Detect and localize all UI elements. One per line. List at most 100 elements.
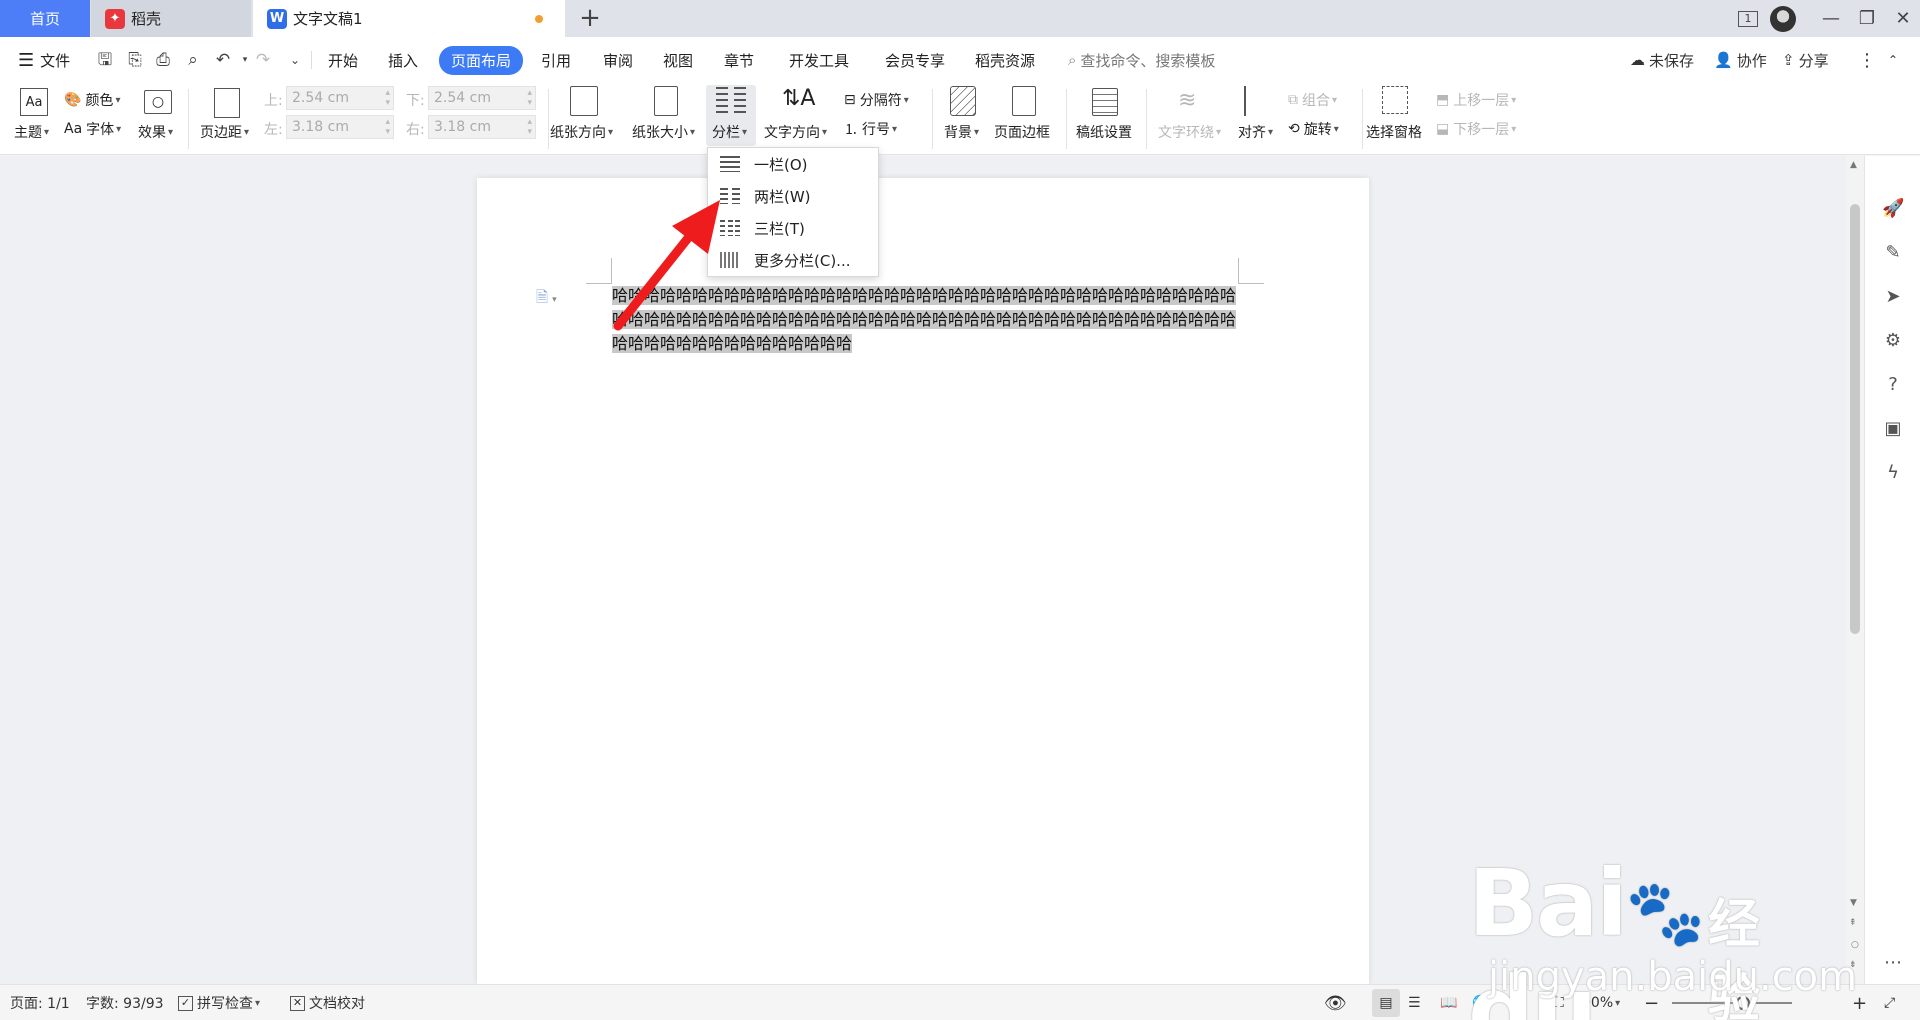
- paper-size-icon[interactable]: [654, 86, 678, 116]
- tab-review[interactable]: 审阅: [603, 37, 633, 83]
- line-numbers-button[interactable]: ⒈ 行号 ▾: [844, 119, 897, 139]
- left-margin-input[interactable]: 3.18 cm ▴ ▾: [286, 115, 394, 139]
- rotate-button[interactable]: ⟲ 旋转 ▾: [1288, 119, 1339, 139]
- margins-button[interactable]: 页边距 ▾: [200, 122, 249, 142]
- page-border-button[interactable]: 页面边框: [994, 122, 1050, 142]
- restore-button[interactable]: ❐: [1852, 0, 1882, 37]
- spinner-icon[interactable]: ▴ ▾: [527, 88, 532, 108]
- tab-docer-resources[interactable]: 稻壳资源: [975, 37, 1035, 83]
- send-backward-button[interactable]: ⬓ 下移一层 ▾: [1436, 119, 1516, 139]
- text-wrap-icon[interactable]: ≋: [1178, 88, 1196, 113]
- page-count[interactable]: 页面: 1/1: [10, 985, 70, 1020]
- export-pdf-icon[interactable]: ⎘: [124, 49, 146, 71]
- save-icon[interactable]: 🖫: [94, 49, 116, 71]
- undo-icon[interactable]: ↶: [212, 49, 234, 71]
- new-tab-button[interactable]: +: [574, 2, 606, 34]
- file-menu[interactable]: ☰ 文件: [18, 37, 70, 83]
- pen-icon[interactable]: ✎: [1882, 242, 1904, 264]
- selection-pane-button[interactable]: 选择窗格: [1366, 122, 1422, 142]
- text-direction-button[interactable]: 文字方向 ▾: [764, 122, 827, 142]
- breaks-button[interactable]: ⊟ 分隔符 ▾: [844, 90, 909, 110]
- top-margin-input[interactable]: 2.54 cm ▴ ▾: [286, 86, 394, 110]
- tab-chapter[interactable]: 章节: [724, 37, 754, 83]
- outline-view-icon[interactable]: ☰: [1408, 985, 1421, 1020]
- right-margin-input[interactable]: 3.18 cm ▴ ▾: [428, 115, 536, 139]
- spinner-icon[interactable]: ▴ ▾: [527, 117, 532, 137]
- tab-view[interactable]: 视图: [663, 37, 693, 83]
- unsaved-status[interactable]: ☁ 未保存: [1630, 37, 1694, 83]
- redo-icon[interactable]: ↷: [252, 49, 274, 71]
- align-icon[interactable]: [1244, 86, 1270, 116]
- tab-start[interactable]: 开始: [328, 37, 358, 83]
- more-menu-icon[interactable]: ⋮: [1858, 37, 1876, 83]
- columns-button[interactable]: 分栏 ▾: [712, 122, 747, 142]
- selection-pane-icon[interactable]: [1382, 86, 1408, 114]
- theme-icon[interactable]: Aa: [20, 88, 48, 116]
- background-icon[interactable]: [950, 86, 976, 116]
- customize-dropdown-icon[interactable]: ⌄: [284, 49, 306, 71]
- background-button[interactable]: 背景 ▾: [944, 122, 979, 142]
- effect-button[interactable]: 效果 ▾: [138, 122, 173, 142]
- scroll-up-icon[interactable]: ▲: [1850, 160, 1857, 170]
- command-search[interactable]: ⌕ 查找命令、搜索模板: [1068, 37, 1215, 83]
- close-button[interactable]: ✕: [1888, 0, 1918, 37]
- tab-insert[interactable]: 插入: [388, 37, 418, 83]
- more-tools-icon[interactable]: ⋯: [1882, 952, 1904, 974]
- settings-sliders-icon[interactable]: ⚙: [1882, 330, 1904, 352]
- bring-forward-button[interactable]: ⬒ 上移一层 ▾: [1436, 90, 1516, 110]
- paper-size-button[interactable]: 纸张大小 ▾: [632, 122, 695, 142]
- tab-developer[interactable]: 开发工具: [789, 37, 849, 83]
- manuscript-icon[interactable]: [1092, 88, 1118, 116]
- scroll-down-icon[interactable]: ▼: [1850, 898, 1857, 908]
- word-count[interactable]: 字数: 93/93: [86, 985, 164, 1020]
- image-tools-icon[interactable]: ▣: [1882, 418, 1904, 440]
- paragraph-handle-icon[interactable]: 🗎 ▾: [536, 287, 557, 312]
- tab-member[interactable]: 会员专享: [885, 37, 945, 83]
- proofread-button[interactable]: ✕ 文档校对: [290, 985, 365, 1020]
- scrollbar-thumb[interactable]: [1850, 204, 1860, 634]
- eye-icon[interactable]: 👁: [1324, 985, 1347, 1020]
- collapse-ribbon-icon[interactable]: ⌃: [1888, 37, 1898, 83]
- avatar[interactable]: [1768, 0, 1798, 37]
- font-button[interactable]: Aa 字体 ▾: [64, 119, 121, 139]
- collab-button[interactable]: 👤 协作: [1714, 37, 1767, 83]
- orientation-icon[interactable]: [570, 86, 598, 116]
- text-wrap-button[interactable]: 文字环绕 ▾: [1158, 122, 1221, 142]
- help-icon[interactable]: ?: [1882, 374, 1904, 396]
- tab-page-layout[interactable]: 页面布局: [439, 37, 524, 83]
- fullscreen-icon[interactable]: ⤢: [1884, 985, 1895, 1020]
- lightning-icon[interactable]: ϟ: [1882, 462, 1904, 484]
- share-button[interactable]: ⇪ 分享: [1782, 37, 1829, 83]
- page-border-icon[interactable]: [1012, 86, 1036, 116]
- cursor-icon[interactable]: ➤: [1882, 286, 1904, 308]
- one-column-option[interactable]: 一栏(O): [708, 148, 878, 180]
- margins-icon[interactable]: [214, 88, 240, 118]
- page-view-icon[interactable]: ▤: [1372, 989, 1400, 1017]
- print-preview-icon[interactable]: ⌕: [182, 49, 204, 71]
- orientation-button[interactable]: 纸张方向 ▾: [550, 122, 613, 142]
- rocket-icon[interactable]: 🚀: [1882, 198, 1904, 220]
- theme-button[interactable]: 主题 ▾: [14, 122, 49, 142]
- reading-view-icon[interactable]: 📖: [1440, 985, 1457, 1020]
- manuscript-button[interactable]: 稿纸设置: [1076, 122, 1132, 142]
- spell-check-button[interactable]: ✓ 拼写检查 ▾: [178, 985, 260, 1020]
- group-button[interactable]: ⧉ 组合 ▾: [1288, 90, 1337, 110]
- effect-icon[interactable]: ○: [144, 90, 172, 114]
- tab-references[interactable]: 引用: [541, 37, 571, 83]
- spinner-icon[interactable]: ▴ ▾: [385, 88, 390, 108]
- minimize-button[interactable]: —: [1816, 0, 1846, 37]
- spinner-icon[interactable]: ▴ ▾: [385, 117, 390, 137]
- print-icon[interactable]: ⎙: [152, 49, 174, 71]
- align-button[interactable]: 对齐 ▾: [1238, 122, 1273, 142]
- columns-icon[interactable]: [716, 86, 746, 116]
- tab-docer[interactable]: ✦ 稻壳: [91, 0, 251, 37]
- tab-document[interactable]: W 文字文稿1: [253, 0, 565, 37]
- vertical-scrollbar[interactable]: ▲ ▼ ⇞ ○ ⇟: [1846, 156, 1864, 984]
- prev-page-icon[interactable]: ⇞: [1849, 918, 1857, 928]
- color-button[interactable]: 🎨 颜色 ▾: [64, 90, 120, 110]
- select-browse-icon[interactable]: ○: [1851, 940, 1859, 950]
- window-count-icon[interactable]: 1: [1734, 0, 1762, 37]
- text-direction-icon[interactable]: ⇅A: [782, 86, 815, 111]
- tab-home[interactable]: 首页: [0, 0, 90, 37]
- bottom-margin-input[interactable]: 2.54 cm ▴ ▾: [428, 86, 536, 110]
